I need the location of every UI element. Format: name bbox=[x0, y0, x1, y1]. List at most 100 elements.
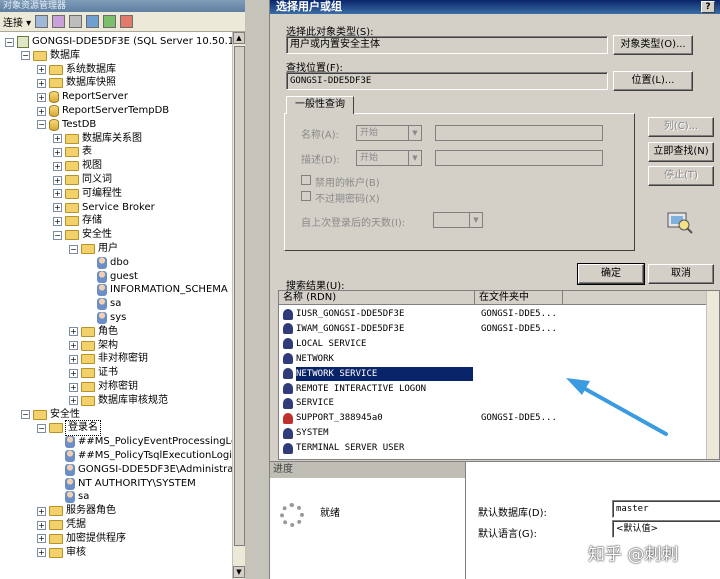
tree-item[interactable]: sys bbox=[85, 311, 126, 325]
non-expiring-checkbox[interactable] bbox=[301, 191, 311, 201]
chevron-down-icon[interactable]: ▼ bbox=[408, 151, 421, 165]
tree-item[interactable]: + 架构 bbox=[69, 339, 118, 353]
expand-icon[interactable]: + bbox=[69, 368, 78, 378]
collapse-icon[interactable]: − bbox=[21, 51, 30, 61]
tree-item[interactable]: + 同义词 bbox=[53, 173, 112, 187]
chevron-down-icon[interactable]: ▼ bbox=[408, 126, 421, 140]
expand-icon[interactable]: + bbox=[53, 134, 62, 144]
collapse-icon[interactable]: − bbox=[69, 244, 78, 254]
tree-item[interactable]: + 存储 bbox=[53, 214, 102, 228]
default-language-field[interactable]: <默认值> bbox=[612, 520, 720, 538]
default-database-field[interactable]: master bbox=[612, 500, 720, 518]
collapse-icon[interactable]: − bbox=[5, 37, 14, 47]
column-header-folder[interactable]: 在文件夹中 bbox=[475, 291, 563, 305]
expand-icon[interactable]: + bbox=[37, 106, 46, 116]
tree-item[interactable]: − GONGSI-DDE5DF3E (SQL Server 10.50.160 bbox=[5, 35, 232, 49]
object-types-button[interactable]: 对象类型(O)... bbox=[613, 35, 693, 55]
chevron-down-icon[interactable]: ▼ bbox=[469, 213, 482, 227]
result-row[interactable]: IWAM_GONGSI-DDE5DF3E GONGSI-DDE5... bbox=[283, 322, 557, 336]
tree-item[interactable]: + 服务器角色 bbox=[37, 504, 116, 518]
tree-item[interactable]: sa bbox=[53, 490, 89, 504]
cancel-button[interactable]: 取消 bbox=[648, 264, 714, 284]
result-row[interactable]: REMOTE INTERACTIVE LOGON bbox=[283, 382, 481, 396]
expand-icon[interactable]: + bbox=[37, 534, 46, 544]
expand-icon[interactable]: + bbox=[53, 175, 62, 185]
expand-icon[interactable]: + bbox=[69, 327, 78, 337]
find-now-button[interactable]: 立即查找(N) bbox=[648, 142, 714, 162]
result-row[interactable]: SERVICE bbox=[283, 396, 481, 410]
tree-item[interactable]: + 数据库关系图 bbox=[53, 132, 142, 146]
tree-item[interactable]: − 安全性 bbox=[21, 408, 80, 422]
summary-icon[interactable] bbox=[120, 15, 134, 28]
expand-icon[interactable]: + bbox=[53, 203, 62, 213]
tree-item[interactable]: − 用户 bbox=[69, 242, 118, 256]
stop-icon[interactable] bbox=[69, 15, 83, 28]
ok-button[interactable]: 确定 bbox=[577, 263, 645, 285]
tree-item[interactable]: + 非对称密钥 bbox=[69, 352, 148, 366]
tree-item[interactable]: + 数据库快照 bbox=[37, 76, 116, 90]
columns-button[interactable]: 列(C)... bbox=[648, 117, 714, 137]
tree-item[interactable]: + 证书 bbox=[69, 366, 118, 380]
expand-icon[interactable]: + bbox=[37, 506, 46, 516]
locations-button[interactable]: 位置(L)... bbox=[613, 71, 693, 91]
tree-item[interactable]: guest bbox=[85, 270, 138, 284]
scroll-up-arrow-icon[interactable]: ▲ bbox=[233, 32, 245, 44]
explorer-scrollbar[interactable]: ▲ ▼ bbox=[232, 32, 245, 579]
tree-item[interactable]: + 凭据 bbox=[37, 518, 86, 532]
tree-item[interactable]: sa bbox=[85, 297, 121, 311]
tree-item[interactable]: + ReportServer bbox=[37, 90, 128, 104]
disabled-accounts-checkbox[interactable] bbox=[301, 175, 311, 185]
disconnect-icon[interactable] bbox=[52, 15, 66, 28]
tree-item[interactable]: GONGSI-DDE5DF3E\Administrato bbox=[53, 463, 232, 477]
result-row[interactable]: IUSR_GONGSI-DDE5DF3E GONGSI-DDE5... bbox=[283, 307, 557, 321]
result-row[interactable]: NETWORK SERVICE bbox=[283, 366, 481, 381]
expand-icon[interactable]: + bbox=[69, 396, 78, 406]
expand-icon[interactable]: + bbox=[69, 341, 78, 351]
tree-item[interactable]: − 安全性 bbox=[53, 228, 112, 242]
collapse-icon[interactable]: − bbox=[37, 423, 46, 433]
tree-item[interactable]: − 数据库 bbox=[21, 49, 80, 63]
tree-item[interactable]: + Service Broker bbox=[53, 201, 155, 215]
tree-item[interactable]: NT AUTHORITY\SYSTEM bbox=[53, 477, 196, 491]
scroll-down-arrow-icon[interactable]: ▼ bbox=[233, 566, 245, 578]
tree-item[interactable]: + 对称密钥 bbox=[69, 380, 138, 394]
collapse-icon[interactable]: − bbox=[21, 410, 30, 420]
tree-item[interactable]: + 表 bbox=[53, 145, 92, 159]
connect-button[interactable]: 连接 ▾ bbox=[3, 14, 31, 29]
expand-icon[interactable]: + bbox=[37, 520, 46, 530]
result-row[interactable]: LOCAL SERVICE bbox=[283, 337, 481, 351]
tree-item[interactable]: + 审核 bbox=[37, 546, 86, 560]
expand-icon[interactable]: + bbox=[53, 189, 62, 199]
tree-item[interactable]: − TestDB bbox=[37, 118, 96, 132]
expand-icon[interactable]: + bbox=[37, 92, 46, 102]
connect-icon[interactable] bbox=[35, 15, 49, 28]
help-button[interactable]: ? bbox=[701, 1, 715, 13]
expand-icon[interactable]: + bbox=[53, 147, 62, 157]
tree-item[interactable]: INFORMATION_SCHEMA bbox=[85, 283, 228, 297]
days-since-logon-select[interactable]: ▼ bbox=[433, 212, 483, 228]
tab-common-queries[interactable]: 一般性查询 bbox=[286, 96, 354, 114]
tree-item[interactable]: + 数据库审核规范 bbox=[69, 394, 168, 408]
result-row[interactable]: SYSTEM bbox=[283, 426, 481, 440]
tree-item[interactable]: dbo bbox=[85, 256, 129, 270]
description-starts-with-select[interactable]: 开始 ▼ bbox=[356, 150, 422, 166]
tree-item[interactable]: + 可编程性 bbox=[53, 187, 122, 201]
expand-icon[interactable]: + bbox=[53, 161, 62, 171]
tree-item[interactable]: + 角色 bbox=[69, 325, 118, 339]
results-scrollbar[interactable] bbox=[706, 291, 719, 459]
tree-item[interactable]: ##MS_PolicyTsqlExecutionLogi bbox=[53, 449, 232, 463]
result-row[interactable]: SUPPORT_388945a0 GONGSI-DDE5... bbox=[283, 411, 557, 425]
tree-item[interactable]: + 视图 bbox=[53, 159, 102, 173]
column-header-name[interactable]: 名称 (RDN) bbox=[279, 291, 475, 305]
tree-item[interactable]: + ReportServerTempDB bbox=[37, 104, 169, 118]
tree-item[interactable]: + 系统数据库 bbox=[37, 63, 116, 77]
refresh-icon[interactable] bbox=[103, 15, 117, 28]
expand-icon[interactable]: + bbox=[53, 216, 62, 226]
expand-icon[interactable]: + bbox=[69, 354, 78, 364]
tree-item[interactable]: − 登录名 bbox=[37, 420, 101, 437]
filter-icon[interactable] bbox=[86, 15, 100, 28]
tree-item[interactable]: ##MS_PolicyEventProcessingLo bbox=[53, 435, 232, 449]
scroll-thumb[interactable] bbox=[234, 46, 245, 546]
expand-icon[interactable]: + bbox=[69, 382, 78, 392]
expand-icon[interactable]: + bbox=[37, 78, 46, 88]
